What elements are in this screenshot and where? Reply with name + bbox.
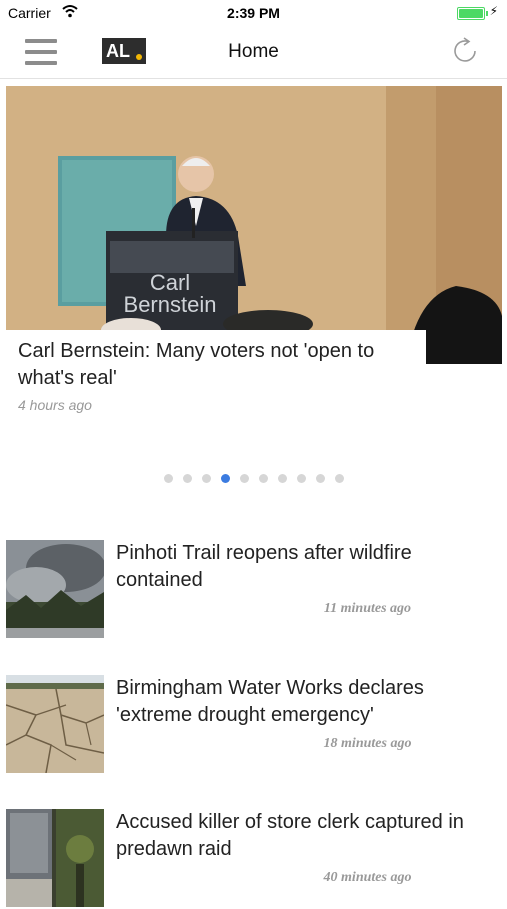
battery-icon — [457, 7, 488, 20]
carousel-dot[interactable] — [258, 474, 268, 483]
carousel-dot-active[interactable] — [220, 474, 230, 483]
carousel-dot[interactable] — [296, 474, 306, 483]
story-headline[interactable]: Accused killer of store clerk captured i… — [116, 809, 500, 863]
story-headline[interactable]: Pinhoti Trail reopens after wildfire con… — [116, 540, 500, 594]
story-item[interactable]: Accused killer of store clerk captured i… — [6, 809, 502, 909]
nav-bar: AL Home — [0, 26, 507, 79]
charging-icon: ⚡ — [489, 4, 498, 18]
carousel-dot[interactable] — [277, 474, 287, 483]
story-item[interactable]: Birmingham Water Works declares 'extreme… — [6, 675, 502, 775]
hero-image[interactable]: Carl Bernstein — [6, 86, 502, 364]
podium-text: Bernstein — [124, 292, 217, 317]
refresh-icon[interactable] — [451, 36, 481, 66]
story-thumbnail[interactable] — [6, 540, 104, 638]
story-timestamp: 40 minutes ago — [323, 870, 412, 885]
status-bar: Carrier 2:39 PM ⚡ — [0, 0, 507, 26]
status-time: 2:39 PM — [227, 5, 280, 21]
carousel-dot[interactable] — [163, 474, 173, 483]
story-headline[interactable]: Birmingham Water Works declares 'extreme… — [116, 675, 500, 729]
hero-headline[interactable]: Carl Bernstein: Many voters not 'open to… — [18, 338, 414, 392]
story-timestamp: 18 minutes ago — [323, 736, 412, 751]
page-title: Home — [228, 41, 279, 62]
carousel-dot[interactable] — [315, 474, 325, 483]
story-thumbnail[interactable] — [6, 809, 104, 907]
hero-caption[interactable]: Carl Bernstein: Many voters not 'open to… — [6, 330, 426, 392]
story-timestamp: 11 minutes ago — [323, 601, 412, 616]
story-thumbnail[interactable] — [6, 675, 104, 773]
carousel-dot[interactable] — [201, 474, 211, 483]
carousel-dot[interactable] — [182, 474, 192, 483]
story-item[interactable]: Pinhoti Trail reopens after wildfire con… — [6, 540, 502, 640]
carousel-dot[interactable] — [239, 474, 249, 483]
hero-timestamp: 4 hours ago — [18, 397, 92, 413]
carousel-page-indicator[interactable] — [0, 474, 507, 483]
carousel-dot[interactable] — [334, 474, 344, 483]
